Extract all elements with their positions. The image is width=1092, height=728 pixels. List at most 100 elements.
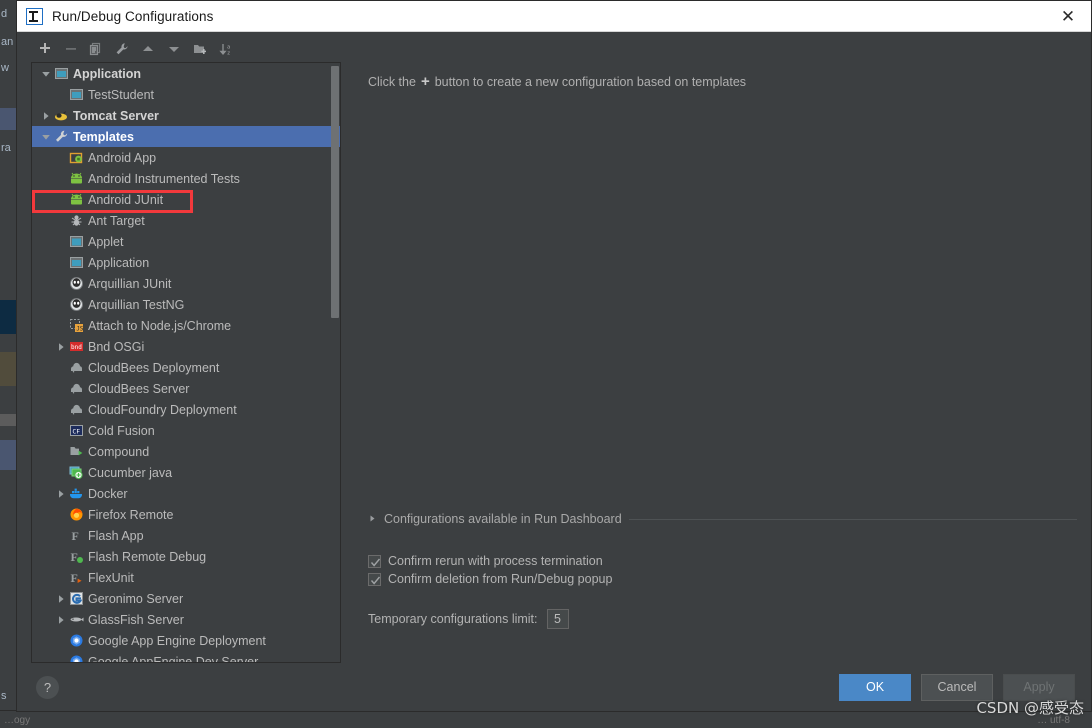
configurations-tree[interactable]: Application TestStudent Tomcat Server Templ… xyxy=(32,63,340,662)
tree-item-cloudfoundry-deployment[interactable]: CloudFoundry Deployment xyxy=(32,399,340,420)
android-app-icon xyxy=(68,150,85,165)
tree-item-teststudent[interactable]: TestStudent xyxy=(32,84,340,105)
tree-item-label: Android JUnit xyxy=(88,192,164,207)
move-up-button[interactable] xyxy=(135,38,161,60)
flash-icon: F xyxy=(68,528,85,543)
tree-item-google-appengine-dev-server[interactable]: Google AppEngine Dev Server xyxy=(32,651,340,662)
bg-bottom-text-left: …ogy xyxy=(4,715,31,726)
dialog-body: a z Application TestStudent Tomcat Server T… xyxy=(17,32,1091,711)
bg-left-text-1: an xyxy=(1,36,14,48)
close-icon[interactable]: ✕ xyxy=(1045,1,1091,32)
tree-item-ant-target[interactable]: Ant Target xyxy=(32,210,340,231)
tree-item-google-app-engine-deployment[interactable]: Google App Engine Deployment xyxy=(32,630,340,651)
bg-left-text-2: w xyxy=(1,62,9,74)
dialog-title: Run/Debug Configurations xyxy=(52,8,214,24)
ok-button[interactable]: OK xyxy=(839,673,911,701)
tree-item-label: Google App Engine Deployment xyxy=(88,633,266,648)
tree-item-arquillian-junit[interactable]: Arquillian JUnit xyxy=(32,273,340,294)
tree-item-android-app[interactable]: Android App xyxy=(32,147,340,168)
tree-item-cold-fusion[interactable]: CF Cold Fusion xyxy=(32,420,340,441)
confirm-deletion-checkbox-row[interactable]: Confirm deletion from Run/Debug popup xyxy=(368,572,1077,586)
tree-item-flash-remote-debug[interactable]: F Flash Remote Debug xyxy=(32,546,340,567)
chevron-right-icon[interactable] xyxy=(53,594,68,604)
confirm-rerun-label: Confirm rerun with process termination xyxy=(388,554,603,568)
chevron-right-icon[interactable] xyxy=(38,111,53,121)
tree-item-cucumber-java[interactable]: Cucumber java xyxy=(32,462,340,483)
tree-item-tomcat-server[interactable]: Tomcat Server xyxy=(32,105,340,126)
tree-item-compound[interactable]: Compound xyxy=(32,441,340,462)
help-button[interactable]: ? xyxy=(36,675,59,699)
tree-item-flexunit[interactable]: F FlexUnit xyxy=(32,567,340,588)
section-divider xyxy=(628,518,1077,520)
tree-item-cloudbees-server[interactable]: CloudBees Server xyxy=(32,378,340,399)
tree-item-label: Application xyxy=(73,66,142,81)
tree-item-cloudbees-deployment[interactable]: CloudBees Deployment xyxy=(32,357,340,378)
tree-item-label: Attach to Node.js/Chrome xyxy=(88,318,232,333)
geronimo-icon xyxy=(68,591,85,606)
tree-item-label: Cucumber java xyxy=(88,465,173,480)
application-icon xyxy=(53,66,70,81)
tree-item-bnd-osgi[interactable]: bnd Bnd OSGi xyxy=(32,336,340,357)
temporary-limit-input[interactable]: 5 xyxy=(546,609,569,629)
tree-item-templates[interactable]: Templates xyxy=(32,126,340,147)
chevron-right-icon[interactable] xyxy=(368,510,377,528)
copy-configuration-button[interactable] xyxy=(83,38,109,60)
plus-icon: + xyxy=(420,73,430,90)
confirm-rerun-checkbox[interactable] xyxy=(368,554,381,568)
chevron-right-icon[interactable] xyxy=(53,489,68,499)
tree-item-application[interactable]: Application xyxy=(32,252,340,273)
tree-item-arquillian-testng[interactable]: Arquillian TestNG xyxy=(32,294,340,315)
svg-text:JS: JS xyxy=(76,325,84,332)
bnd-osgi-icon: bnd xyxy=(68,339,85,354)
tree-item-label: TestStudent xyxy=(88,87,155,102)
configurations-tree-panel[interactable]: Application TestStudent Tomcat Server Templ… xyxy=(31,62,341,663)
chevron-down-icon[interactable] xyxy=(38,69,53,79)
tree-item-geronimo-server[interactable]: Geronimo Server xyxy=(32,588,340,609)
ant-icon xyxy=(68,213,85,228)
chevron-right-icon[interactable] xyxy=(53,615,68,625)
tree-item-label: Android Instrumented Tests xyxy=(88,171,240,186)
cloudbees-icon xyxy=(68,381,85,396)
tree-scrollbar-thumb[interactable] xyxy=(331,66,339,318)
dialog-options-area: Configurations available in Run Dashboar… xyxy=(368,510,1077,629)
empty-state-hint: Click the + button to create a new confi… xyxy=(368,74,1077,89)
tree-scrollbar[interactable] xyxy=(331,64,339,661)
tree-item-label: Application xyxy=(88,255,150,270)
confirm-rerun-checkbox-row[interactable]: Confirm rerun with process termination xyxy=(368,554,1077,568)
configurations-toolbar: a z xyxy=(17,35,1091,62)
configuration-details-panel: Click the + button to create a new confi… xyxy=(341,62,1091,663)
android-icon xyxy=(68,171,85,186)
tree-item-flash-app[interactable]: F Flash App xyxy=(32,525,340,546)
tree-item-applet[interactable]: Applet xyxy=(32,231,340,252)
add-configuration-button[interactable] xyxy=(31,38,57,60)
svg-text:F: F xyxy=(71,571,78,585)
confirm-deletion-checkbox[interactable] xyxy=(368,572,381,586)
dialog-main-split: Application TestStudent Tomcat Server Templ… xyxy=(17,62,1091,663)
coldfusion-icon: CF xyxy=(68,423,85,438)
tree-item-firefox-remote[interactable]: Firefox Remote xyxy=(32,504,340,525)
new-folder-button[interactable] xyxy=(187,38,213,60)
tree-item-android-junit[interactable]: Android JUnit xyxy=(32,189,340,210)
glassfish-icon xyxy=(68,612,85,627)
move-down-button[interactable] xyxy=(161,38,187,60)
tree-item-label: Applet xyxy=(88,234,124,249)
run-dashboard-section[interactable]: Configurations available in Run Dashboar… xyxy=(368,510,1077,528)
tree-item-label: Flash App xyxy=(88,528,144,543)
tree-item-label: Cold Fusion xyxy=(88,423,155,438)
tree-item-label: CloudBees Deployment xyxy=(88,360,220,375)
tree-item-glassfish-server[interactable]: GlassFish Server xyxy=(32,609,340,630)
dialog-titlebar: Run/Debug Configurations ✕ xyxy=(17,1,1091,32)
chevron-down-icon[interactable] xyxy=(38,132,53,142)
edit-defaults-wrench-icon[interactable] xyxy=(109,38,135,60)
tree-item-attach-to-node-js-chrome[interactable]: JS Attach to Node.js/Chrome xyxy=(32,315,340,336)
csdn-watermark: CSDN @感受态 xyxy=(976,699,1084,717)
tree-item-android-instrumented-tests[interactable]: Android Instrumented Tests xyxy=(32,168,340,189)
compound-icon xyxy=(68,444,85,459)
chevron-right-icon[interactable] xyxy=(53,342,68,352)
remove-configuration-button[interactable] xyxy=(57,38,83,60)
sort-configurations-button[interactable]: a z xyxy=(213,38,239,60)
tree-item-label: FlexUnit xyxy=(88,570,134,585)
cloudbees-icon xyxy=(68,360,85,375)
tree-item-application[interactable]: Application xyxy=(32,63,340,84)
tree-item-docker[interactable]: Docker xyxy=(32,483,340,504)
